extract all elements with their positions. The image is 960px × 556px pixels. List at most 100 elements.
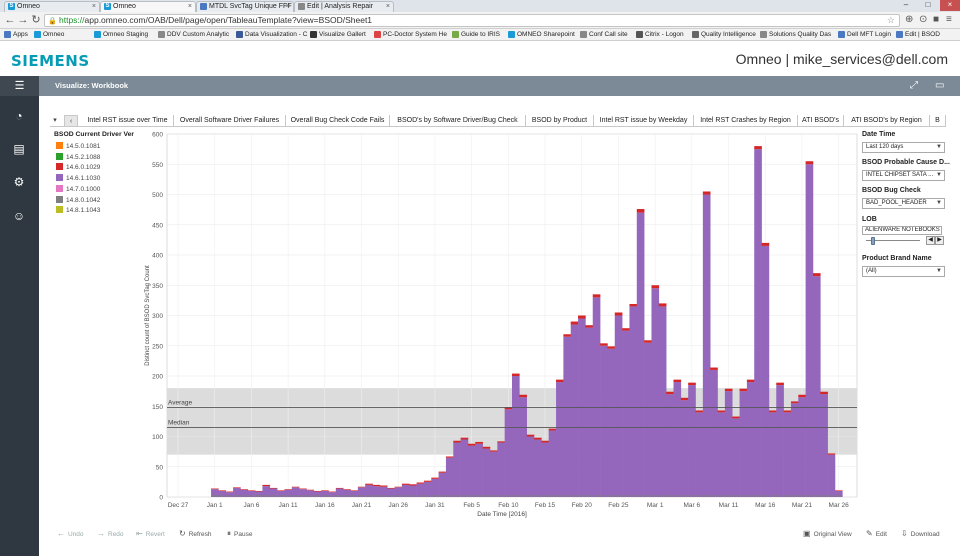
bookmark-item[interactable]: Omneo Staging bbox=[94, 29, 148, 40]
user-title: Omneo | mike_services@dell.com bbox=[735, 51, 948, 67]
browser-tab[interactable]: Edit | Analysis Repair × bbox=[294, 1, 394, 12]
bar-14-6-1-1030 bbox=[614, 315, 623, 497]
back-arrow-icon[interactable]: ← bbox=[4, 14, 16, 26]
redo-button[interactable]: → Redo bbox=[97, 526, 124, 543]
bar-14-6-0-1029 bbox=[812, 273, 821, 277]
legend-item[interactable]: 14.8.0.1042 bbox=[56, 195, 100, 205]
bar-14-6-0-1029 bbox=[724, 388, 733, 392]
monitor-icon[interactable]: ▭ bbox=[935, 80, 944, 92]
close-window-icon[interactable]: × bbox=[940, 0, 960, 11]
original-view-icon: ▣ bbox=[803, 529, 811, 538]
sheet-tab[interactable]: ATI BSOD's by Region bbox=[844, 115, 930, 126]
sheet-prev-icon[interactable]: ‹ bbox=[64, 115, 78, 126]
settings-icon[interactable]: ⚙ bbox=[11, 174, 27, 190]
bookmark-star-icon[interactable]: ☆ bbox=[887, 15, 895, 26]
bar-14-8-0-1042 bbox=[526, 495, 533, 497]
dashboard-icon[interactable]: ◔ bbox=[11, 108, 27, 124]
bar-14-8-0-1042 bbox=[372, 495, 379, 497]
close-tab-icon[interactable]: × bbox=[286, 2, 290, 11]
close-tab-icon[interactable]: × bbox=[188, 2, 192, 11]
y-tick-label: 400 bbox=[152, 253, 163, 260]
bar-14-8-0-1042 bbox=[284, 495, 291, 497]
sheet-tab[interactable]: BSOD's by Software Driver/Bug Check bbox=[390, 115, 526, 126]
reload-icon[interactable]: ↻ bbox=[30, 14, 42, 26]
bar-14-8-0-1042 bbox=[255, 495, 261, 497]
extension-icon[interactable]: ⊙ bbox=[919, 14, 927, 26]
bookmark-item[interactable]: Data Visualization - C bbox=[236, 29, 307, 40]
bookmark-item[interactable]: Conf Call site bbox=[580, 29, 628, 40]
bookmark-item[interactable]: Citrix - Logon bbox=[636, 29, 684, 40]
sheet-menu-arrow-icon[interactable]: ▾ bbox=[50, 115, 60, 126]
pause-button[interactable]: ⏸ Pause bbox=[227, 526, 252, 543]
original-view-button[interactable]: ▣ Original View bbox=[803, 526, 852, 543]
lob-slider[interactable] bbox=[862, 236, 924, 245]
y-tick-label: 200 bbox=[152, 374, 163, 381]
slider-thumb[interactable] bbox=[871, 237, 875, 245]
legend-item[interactable]: 14.5.0.1081 bbox=[56, 142, 100, 151]
zoom-icon[interactable]: ⊕ bbox=[905, 14, 913, 26]
prev-value-icon[interactable]: ◀ bbox=[926, 236, 935, 245]
bookmark-item[interactable]: Apps bbox=[4, 29, 28, 40]
bar-14-6-0-1029 bbox=[379, 485, 388, 487]
sheet-tab[interactable]: ATI BSOD's bbox=[798, 115, 844, 126]
sheet-tab[interactable]: Overall Software Driver Failures bbox=[174, 115, 286, 126]
bar-14-6-1-1030 bbox=[695, 412, 704, 497]
bookmark-item[interactable]: OMNEO Sharepoint bbox=[508, 29, 575, 40]
edit-button[interactable]: ✎ Edit bbox=[866, 526, 887, 543]
product-brand-select[interactable]: (All) ▼ bbox=[862, 266, 945, 277]
revert-button[interactable]: ⇤ Revert bbox=[136, 526, 165, 543]
legend-item[interactable]: 14.7.0.1000 bbox=[56, 184, 100, 194]
page-favicon-icon bbox=[200, 3, 207, 10]
minimize-icon[interactable]: – bbox=[896, 0, 916, 11]
lob-value-field[interactable]: ALIENWARE NOTEBOOKS bbox=[862, 226, 942, 235]
bug-check-select[interactable]: BAD_POOL_HEADER ▼ bbox=[862, 198, 945, 209]
undo-button[interactable]: ← Undo bbox=[57, 526, 84, 543]
expand-icon[interactable]: ⤢ bbox=[910, 80, 918, 92]
legend-item[interactable]: 14.5.2.1088 bbox=[56, 152, 100, 162]
lock-icon: 🔒 bbox=[48, 18, 57, 25]
user-icon[interactable]: ☺ bbox=[11, 208, 27, 224]
legend-item[interactable]: 14.8.1.1043 bbox=[56, 206, 100, 215]
sheet-tab[interactable]: BSOD by Product bbox=[526, 115, 594, 126]
bar-chart-icon[interactable]: ▤ bbox=[11, 141, 27, 157]
menu-icon[interactable]: ≡ bbox=[946, 14, 952, 26]
browser-tab-active[interactable]: S Omneo × bbox=[100, 1, 196, 12]
bar-14-6-1-1030 bbox=[805, 164, 814, 497]
bar-14-6-0-1029 bbox=[306, 489, 315, 491]
sheet-tab[interactable]: Intel RST issue by Weekday bbox=[594, 115, 694, 126]
bookmark-item[interactable]: Quality Intelligence bbox=[692, 29, 756, 40]
extension-icon[interactable]: ■ bbox=[933, 14, 939, 26]
sheet-tab[interactable]: B bbox=[930, 115, 946, 126]
bookmark-item[interactable]: Dell MFT Login bbox=[838, 29, 891, 40]
date-time-select[interactable]: Last 120 days ▼ bbox=[862, 142, 945, 153]
probable-cause-select[interactable]: INTEL CHIPSET SATA ... ▼ bbox=[862, 170, 945, 181]
sheet-tab[interactable]: Intel RST issue over Time bbox=[82, 115, 174, 126]
close-tab-icon[interactable]: × bbox=[386, 2, 390, 11]
bookmark-item[interactable]: DDV Custom Analytic bbox=[158, 29, 229, 40]
sheet-tab[interactable]: Overall Bug Check Code Fails bbox=[286, 115, 390, 126]
legend-item[interactable]: 14.6.1.1030 bbox=[56, 174, 100, 183]
hamburger-menu-icon[interactable]: ☰ bbox=[0, 76, 39, 96]
bookmark-item[interactable]: Visualize Gallert bbox=[310, 29, 366, 40]
bookmark-item[interactable]: PC-Doctor System He bbox=[374, 29, 447, 40]
bar-14-8-0-1042 bbox=[423, 495, 430, 497]
probable-cause-label: BSOD Probable Cause D... bbox=[862, 159, 950, 166]
url-input[interactable]: 🔒 https://app.omneo.com/OAB/Dell/page/ope… bbox=[44, 14, 900, 27]
browser-tab[interactable]: S Omneo × bbox=[4, 1, 100, 12]
maximize-icon[interactable]: □ bbox=[918, 0, 938, 11]
bookmark-item[interactable]: Guide to IRIS bbox=[452, 29, 500, 40]
sheet-tab[interactable]: Intel RST Crashes by Region bbox=[694, 115, 798, 126]
forward-arrow-icon[interactable]: → bbox=[17, 14, 29, 26]
browser-tab[interactable]: MTDL SvcTag Unique FFF × bbox=[196, 1, 294, 12]
bar-14-8-0-1042 bbox=[541, 495, 548, 497]
bar-14-6-1-1030 bbox=[570, 324, 579, 497]
download-button[interactable]: ⇩ Download bbox=[901, 526, 940, 543]
next-value-icon[interactable]: ▶ bbox=[935, 236, 944, 245]
refresh-button[interactable]: ↻ Refresh bbox=[179, 526, 211, 543]
bookmark-item[interactable]: Omneo bbox=[34, 29, 64, 40]
legend-item[interactable]: 14.6.0.1029 bbox=[56, 163, 100, 172]
bar-14-6-1-1030 bbox=[710, 369, 718, 497]
bookmark-item[interactable]: Solutions Quality Das bbox=[760, 29, 831, 40]
close-tab-icon[interactable]: × bbox=[92, 2, 96, 11]
bookmark-item[interactable]: Edit | BSOD bbox=[896, 29, 940, 40]
